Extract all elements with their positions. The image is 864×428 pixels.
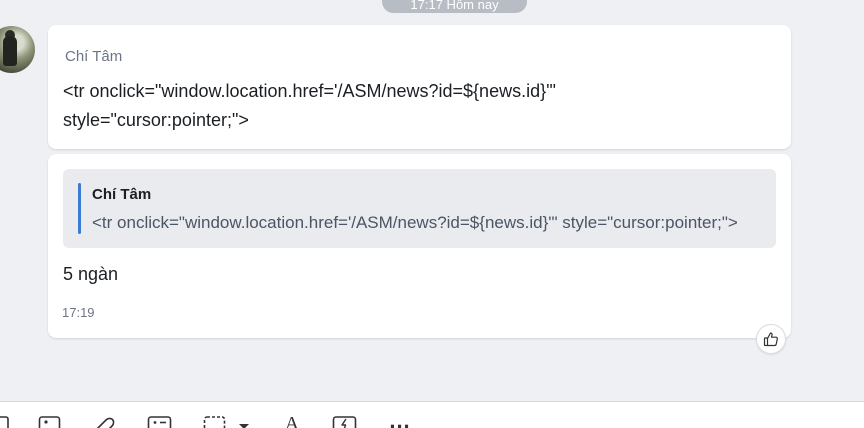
- message-time: 17:19: [62, 305, 95, 320]
- avatar-figure: [3, 36, 17, 66]
- reply-message-bubble[interactable]: Chí Tâm <tr onclick="window.location.hre…: [48, 154, 791, 338]
- attachment-icon: [92, 414, 118, 428]
- more-icon: ...: [389, 408, 411, 428]
- reaction-button[interactable]: [756, 324, 786, 354]
- screenshot-icon: [203, 414, 227, 428]
- message-text: 5 ngàn: [63, 264, 119, 284]
- avatar[interactable]: [0, 26, 35, 73]
- thumbs-up-icon: [763, 331, 779, 347]
- quoted-sender-name: Chí Tâm: [92, 186, 152, 203]
- contact-card-icon: [147, 414, 173, 428]
- quoted-text: <tr onclick="window.location.href='/ASM/…: [92, 213, 738, 232]
- contact-card-button[interactable]: [147, 414, 173, 428]
- quote-accent-bar: [78, 183, 81, 234]
- quick-message-icon: [332, 414, 358, 428]
- sticker-icon: [0, 414, 10, 428]
- sender-name[interactable]: Chí Tâm: [65, 48, 122, 65]
- sticker-button[interactable]: [0, 414, 10, 428]
- image-button[interactable]: [38, 414, 62, 428]
- composer-toolbar: A ...: [0, 401, 864, 428]
- message-text-line-2: style="cursor:pointer;">: [63, 110, 249, 130]
- date-separator: 17:17 Hôm nay: [382, 0, 527, 13]
- more-button[interactable]: ...: [386, 408, 414, 428]
- message-text: <tr onclick="window.location.href='/ASM/…: [63, 77, 663, 135]
- message-text-line-1: <tr onclick="window.location.href='/ASM/…: [63, 81, 556, 101]
- attachment-button[interactable]: [92, 414, 118, 428]
- screenshot-button[interactable]: [203, 414, 227, 428]
- text-format-icon: A: [284, 413, 300, 428]
- screenshot-options-button[interactable]: [237, 414, 251, 428]
- dropdown-caret-icon: [237, 414, 251, 428]
- image-icon: [38, 414, 62, 428]
- quoted-message[interactable]: Chí Tâm <tr onclick="window.location.hre…: [63, 169, 776, 248]
- message-bubble[interactable]: Chí Tâm <tr onclick="window.location.hre…: [48, 25, 791, 149]
- quick-message-button[interactable]: [332, 414, 358, 428]
- text-format-button[interactable]: A: [278, 414, 306, 428]
